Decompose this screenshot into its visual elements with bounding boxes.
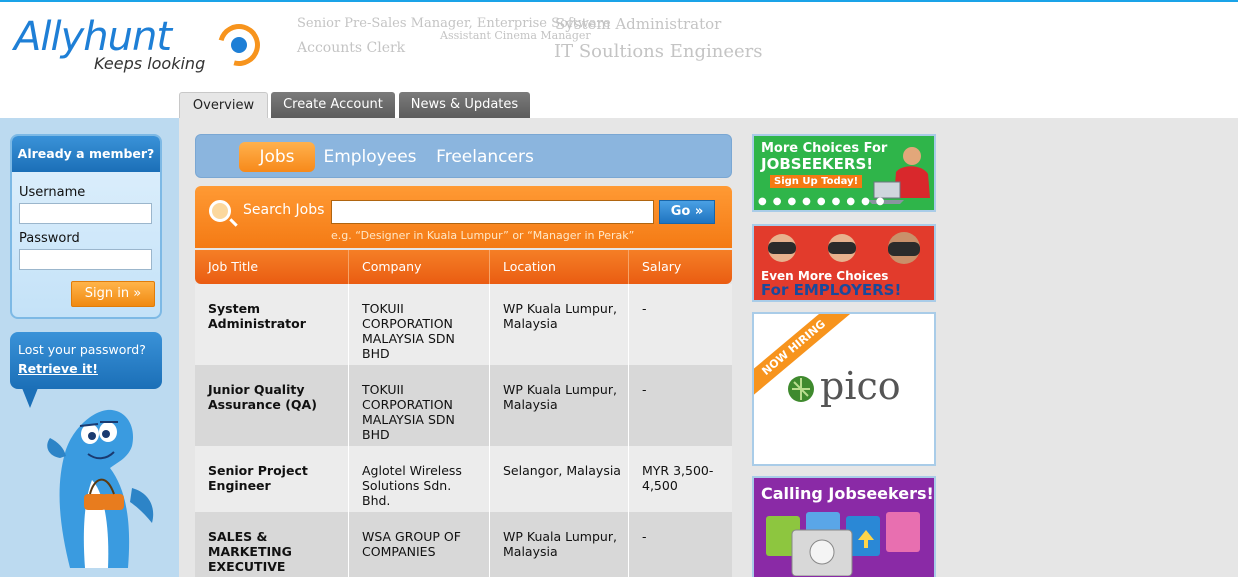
ad2-line2-emph: EMPLOYERS!: [793, 281, 902, 299]
logo-dot-icon: [231, 37, 247, 53]
ad-calling-jobseekers-banner[interactable]: Calling Jobseekers!: [752, 476, 936, 577]
job-title[interactable]: SALES & MARKETING EXECUTIVE: [195, 512, 348, 577]
job-salary: -: [642, 382, 647, 397]
job-location: Selangor, Malaysia: [503, 463, 621, 478]
ad1-signup-button[interactable]: Sign Up Today!: [770, 175, 863, 188]
main-content: Jobs Employees Freelancers Search Jobs G…: [179, 118, 751, 577]
segment-jobs[interactable]: Jobs: [239, 142, 315, 172]
login-heading: Already a member?: [12, 136, 160, 172]
ad-jobseekers-banner[interactable]: More Choices For JOBSEEKERS! Sign Up Tod…: [752, 134, 936, 212]
allyhunt-logo[interactable]: Allyhunt Keeps looking: [14, 14, 268, 76]
col-job-title: Job Title: [208, 259, 259, 274]
login-box: Already a member? Username Password Sign…: [10, 134, 162, 319]
dolphin-mascot-icon: [47, 409, 154, 568]
job-title[interactable]: Senior Project Engineer: [195, 446, 348, 512]
job-company: Aglotel Wireless Solutions Sdn. Bhd.: [362, 463, 462, 508]
job-company: WSA GROUP OF COMPANIES: [362, 529, 461, 559]
tag-cloud-link[interactable]: IT Soultions Engineers: [554, 41, 763, 62]
tab-overview[interactable]: Overview: [179, 92, 268, 118]
job-location: WP Kuala Lumpur, Malaysia: [503, 382, 617, 412]
search-icon: [209, 200, 231, 222]
search-hint: e.g. “Designer in Kuala Lumpur” or “Mana…: [331, 229, 635, 242]
left-sidebar: Already a member? Username Password Sign…: [0, 118, 179, 577]
job-company: TOKUII CORPORATION MALAYSIA SDN BHD: [362, 301, 455, 361]
job-row[interactable]: SALES & MARKETING EXECUTIVE WSA GROUP OF…: [195, 512, 732, 577]
tab-create-account[interactable]: Create Account: [271, 92, 395, 118]
ad-employers-banner[interactable]: Even More Choices For EMPLOYERS!: [752, 224, 936, 302]
job-row[interactable]: System Administrator TOKUII CORPORATION …: [195, 284, 732, 365]
jobs-table-header: Job Title Company Location Salary: [195, 250, 732, 284]
job-row[interactable]: Senior Project Engineer Aglotel Wireless…: [195, 446, 732, 512]
col-location: Location: [503, 259, 556, 274]
ad4-music-players-icon: [766, 512, 920, 576]
pico-leaf-icon: [788, 376, 814, 402]
job-title[interactable]: Junior Quality Assurance (QA): [195, 365, 348, 446]
username-label: Username: [19, 185, 86, 200]
ad2-line2-prefix: For: [761, 281, 789, 299]
retrieve-password-link[interactable]: Retrieve it!: [18, 359, 154, 378]
username-input[interactable]: [19, 203, 152, 224]
job-salary: MYR 3,500-4,500: [642, 463, 714, 493]
job-title[interactable]: System Administrator: [195, 284, 348, 365]
password-input[interactable]: [19, 249, 152, 270]
col-salary: Salary: [642, 259, 682, 274]
ad1-line2: JOBSEEKERS!: [761, 155, 874, 173]
category-switcher: Jobs Employees Freelancers: [195, 134, 732, 178]
job-salary: -: [642, 301, 647, 316]
job-location: WP Kuala Lumpur, Malaysia: [503, 529, 617, 559]
segment-employees[interactable]: Employees: [322, 142, 418, 172]
col-company: Company: [362, 259, 422, 274]
lost-password-text: Lost your password?: [18, 342, 146, 357]
job-search-input[interactable]: [331, 200, 654, 224]
job-salary: -: [642, 529, 647, 544]
password-label: Password: [19, 231, 80, 246]
search-label: Search Jobs: [243, 202, 325, 218]
ad-pico-banner[interactable]: NOW HIRING pico: [752, 312, 936, 466]
job-company: TOKUII CORPORATION MALAYSIA SDN BHD: [362, 382, 455, 442]
segment-freelancers[interactable]: Freelancers: [431, 142, 539, 172]
ad2-binocular-people-icon: [768, 232, 920, 264]
search-go-button[interactable]: Go »: [659, 200, 715, 224]
ad3-brand: pico: [820, 364, 901, 408]
tag-cloud-link[interactable]: Accounts Clerk: [297, 40, 405, 56]
lost-password-box: Lost your password? Retrieve it!: [10, 332, 162, 389]
job-location: WP Kuala Lumpur, Malaysia: [503, 301, 617, 331]
ad-column: More Choices For JOBSEEKERS! Sign Up Tod…: [751, 118, 1238, 577]
job-row[interactable]: Junior Quality Assurance (QA) TOKUII COR…: [195, 365, 732, 446]
logo-tagline: Keeps looking: [94, 54, 206, 73]
ad1-dots-decoration: ●●●●●●●●●: [758, 196, 891, 207]
job-search-panel: Search Jobs Go » e.g. “Designer in Kuala…: [195, 186, 732, 248]
tab-news-updates[interactable]: News & Updates: [399, 92, 530, 118]
sign-in-button[interactable]: Sign in »: [71, 281, 155, 307]
ad4-title: Calling Jobseekers!: [761, 484, 934, 503]
speech-tail: [22, 388, 38, 408]
